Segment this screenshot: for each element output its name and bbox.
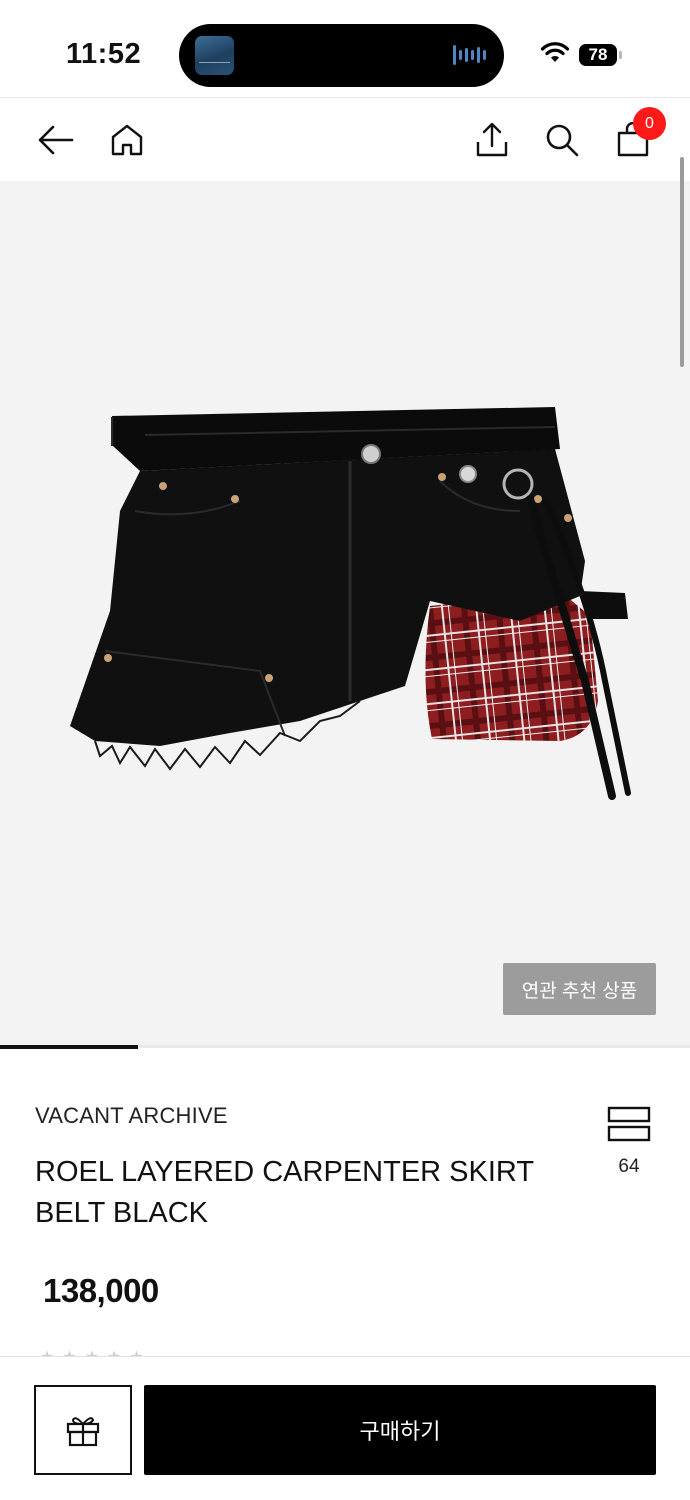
share-icon: [476, 122, 508, 157]
cart-count-badge: 0: [633, 107, 666, 140]
status-time: 11:52: [66, 38, 142, 70]
page-scrollbar[interactable]: [680, 157, 684, 367]
bottom-action-bar: 구매하기: [0, 1356, 690, 1500]
status-bar: 11:52 78: [0, 0, 690, 100]
wishlist-button[interactable]: 64: [605, 1106, 653, 1177]
product-detail-page: 11:52 78 0 연관 추천 상품 VACANT ARCHIVE ROEL …: [0, 0, 690, 1500]
product-price: 138,000: [43, 1272, 159, 1309]
gift-button[interactable]: [34, 1385, 132, 1475]
battery-indicator: 78: [579, 44, 617, 66]
gallery-progress-track: [0, 1045, 690, 1049]
product-brand[interactable]: VACANT ARCHIVE: [35, 1103, 228, 1129]
wifi-icon: [540, 42, 570, 62]
home-icon: [111, 124, 143, 156]
layers-icon: [607, 1106, 651, 1142]
home-button[interactable]: [103, 116, 151, 164]
now-playing-thumbnail: [195, 36, 234, 75]
dynamic-island[interactable]: [179, 24, 504, 87]
gift-icon: [66, 1417, 100, 1447]
product-photo: [70, 407, 631, 800]
share-button[interactable]: [468, 116, 516, 164]
search-button[interactable]: [538, 116, 586, 164]
product-image-gallery[interactable]: [0, 181, 690, 1046]
search-icon: [546, 124, 579, 157]
audio-wave-icon: [453, 45, 486, 65]
back-button[interactable]: [32, 116, 80, 164]
battery-tip: [619, 51, 622, 59]
related-products-button[interactable]: 연관 추천 상품: [503, 963, 656, 1015]
wishlist-count: 64: [618, 1156, 640, 1177]
buy-button[interactable]: 구매하기: [144, 1385, 656, 1475]
product-title: ROEL LAYERED CARPENTER SKIRT BELT BLACK: [35, 1156, 534, 1229]
top-navigation-bar: [0, 97, 690, 181]
gallery-progress-fill: [0, 1045, 138, 1049]
back-arrow-icon: [38, 125, 74, 155]
